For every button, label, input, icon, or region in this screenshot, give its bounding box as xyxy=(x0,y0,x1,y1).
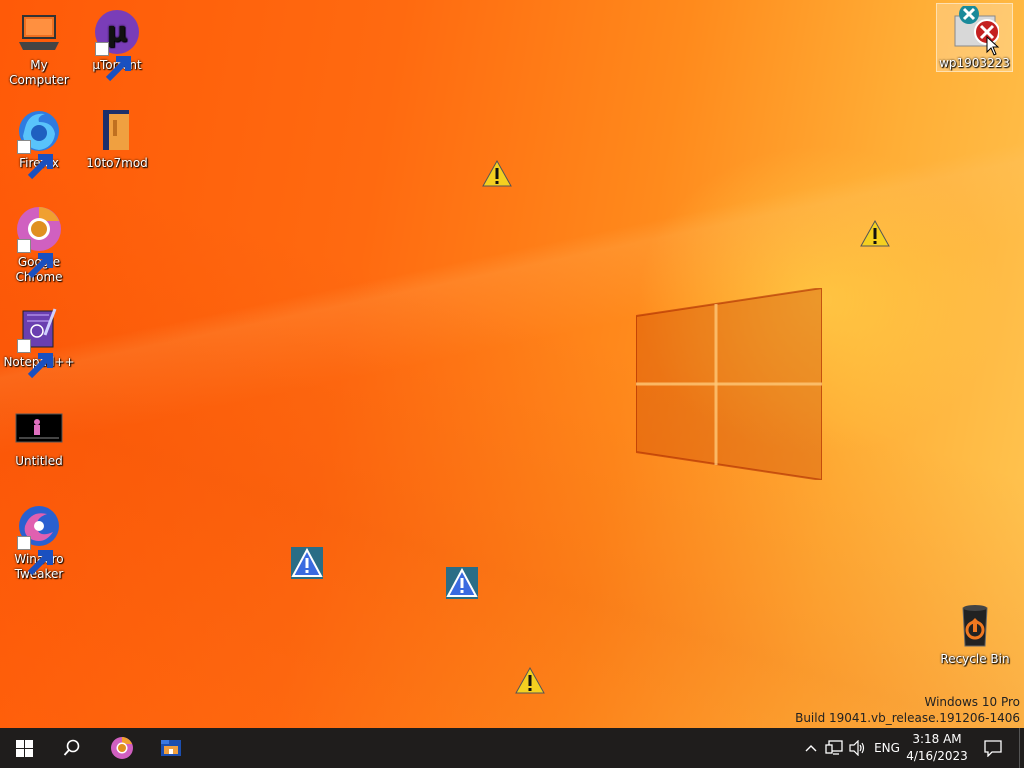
network-icon xyxy=(825,740,843,755)
notification-icon xyxy=(984,739,1002,757)
taskbar-chrome-button[interactable] xyxy=(98,728,146,768)
image-file-icon xyxy=(15,404,63,452)
computer-icon xyxy=(15,8,63,56)
start-button[interactable] xyxy=(0,728,48,768)
mouse-cursor-icon xyxy=(986,36,1000,56)
network-button[interactable] xyxy=(823,728,845,768)
clock-button[interactable]: 3:18 AM 4/16/2023 xyxy=(904,728,970,768)
icon-label: Recycle Bin xyxy=(940,652,1010,666)
icon-label: wp1903223 xyxy=(939,56,1010,70)
icon-label: My Computer xyxy=(9,58,69,87)
warning-icon[interactable] xyxy=(515,666,545,695)
desktop-icon-google-chrome[interactable]: Google Chrome xyxy=(0,205,78,285)
watermark-build: Build 19041.vb_release.191206-1406 xyxy=(795,711,1020,725)
show-desktop-button[interactable] xyxy=(1019,728,1024,768)
desktop-icon-10to7mod[interactable]: 10to7mod xyxy=(78,106,156,171)
language-label: ENG xyxy=(874,741,900,755)
chrome-icon xyxy=(15,205,63,279)
firefox-icon xyxy=(15,106,63,180)
warning-icon[interactable] xyxy=(860,219,890,248)
icon-label: Untitled xyxy=(15,454,63,468)
show-hidden-icons-button[interactable] xyxy=(801,728,821,768)
desktop-icon-winaero-tweaker[interactable]: Winaero Tweaker xyxy=(0,502,78,582)
taskbar: ENG 3:18 AM 4/16/2023 xyxy=(0,728,1024,768)
desktop-icon-notepad-plus-plus[interactable]: Notepad++ xyxy=(0,305,78,379)
file-explorer-icon xyxy=(161,740,181,756)
speaker-icon xyxy=(849,740,865,756)
blue-warning-icon[interactable] xyxy=(291,547,323,579)
shortcut-arrow-icon xyxy=(17,239,53,279)
shortcut-arrow-icon xyxy=(17,536,53,576)
warning-icon[interactable] xyxy=(482,159,512,188)
desktop-icon-utorrent[interactable]: µ µTorrent xyxy=(78,8,156,82)
shortcut-arrow-icon xyxy=(17,140,53,180)
clock-time: 3:18 AM xyxy=(912,732,962,746)
input-language-button[interactable]: ENG xyxy=(872,728,902,768)
desktop-icon-recycle-bin[interactable]: Recycle Bin xyxy=(936,602,1014,667)
shortcut-arrow-icon xyxy=(17,339,53,379)
action-center-button[interactable] xyxy=(978,728,1008,768)
folder-icon xyxy=(93,106,141,154)
desktop[interactable]: My Computer µ µTorrent Firefox 10to7mod … xyxy=(0,0,1024,728)
chrome-icon xyxy=(111,737,133,759)
chevron-up-icon xyxy=(805,745,817,752)
volume-button[interactable] xyxy=(847,728,869,768)
desktop-icon-wp1903223[interactable]: wp1903223 xyxy=(936,3,1013,72)
winaero-tweaker-icon xyxy=(15,502,63,576)
watermark-edition: Windows 10 Pro xyxy=(924,695,1020,709)
desktop-icon-my-computer[interactable]: My Computer xyxy=(0,8,78,88)
clock-date: 4/16/2023 xyxy=(906,749,968,763)
shortcut-arrow-icon xyxy=(95,42,131,82)
blue-warning-icon[interactable] xyxy=(446,567,478,599)
desktop-icon-firefox[interactable]: Firefox xyxy=(0,106,78,180)
windows-watermark: Windows 10 Pro Build 19041.vb_release.19… xyxy=(795,694,1020,726)
search-button[interactable] xyxy=(48,728,96,768)
icon-label: 10to7mod xyxy=(86,156,148,170)
desktop-icon-untitled[interactable]: Untitled xyxy=(0,404,78,469)
recycle-bin-icon xyxy=(951,602,999,650)
windows-start-icon xyxy=(15,739,33,757)
windows-wallpaper-logo xyxy=(636,288,822,480)
utorrent-icon: µ xyxy=(93,8,141,82)
taskbar-file-explorer-button[interactable] xyxy=(147,728,195,768)
notepad-plus-plus-icon xyxy=(15,305,63,379)
search-icon xyxy=(63,739,80,756)
